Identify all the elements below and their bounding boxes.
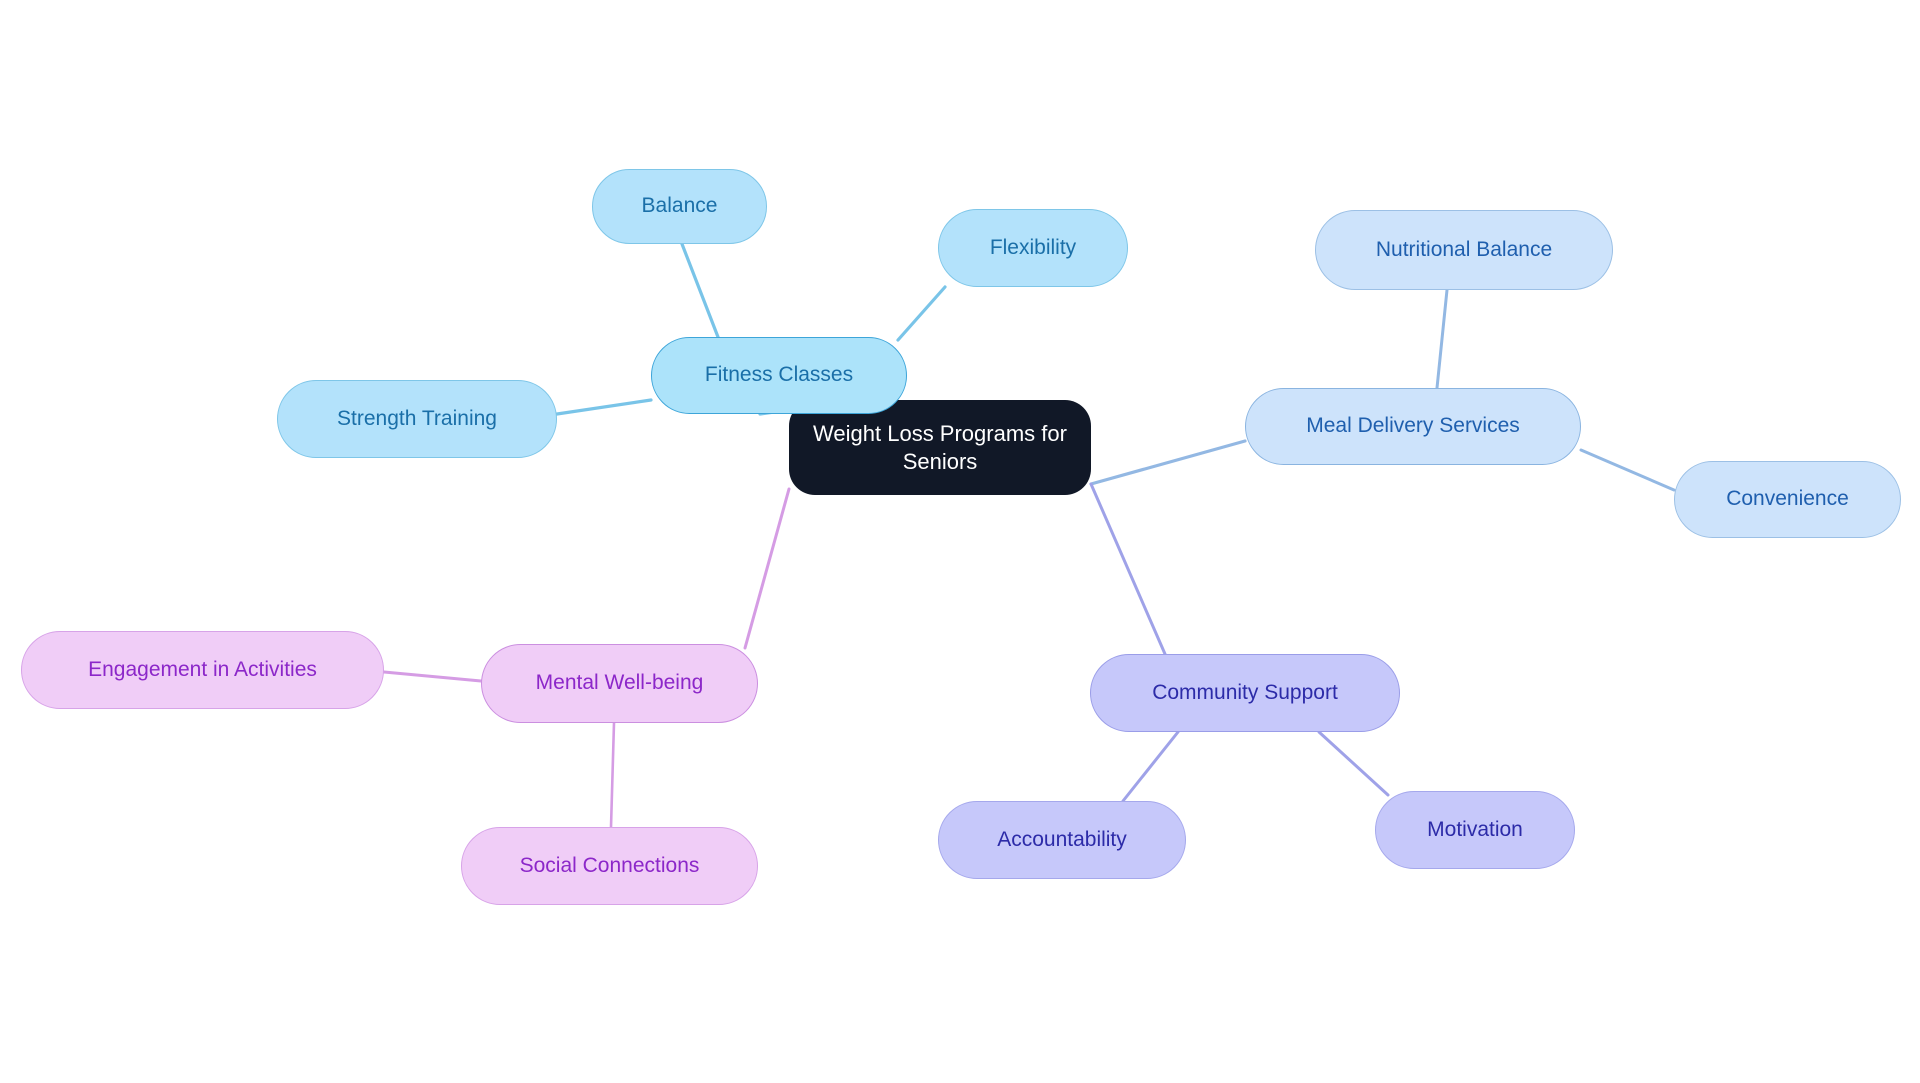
node-label: Fitness Classes	[704, 363, 854, 387]
mindmap-node-flexibility[interactable]: Flexibility	[938, 209, 1128, 287]
node-label: Strength Training	[337, 406, 497, 430]
node-label: Balance	[641, 194, 718, 218]
edge-meal-nutritional-balance	[1435, 288, 1449, 390]
edge-meal-convenience	[1579, 448, 1676, 492]
node-label: Social Connections	[519, 853, 700, 877]
node-label: Flexibility	[989, 235, 1077, 259]
node-label: Engagement in Activities	[88, 657, 317, 681]
edge-fitness-classes-flexibility	[896, 285, 947, 342]
edge-fitness-classes-balance	[680, 242, 720, 339]
edge-root-community-support	[1089, 482, 1167, 656]
mindmap-node-fitness-classes[interactable]: Fitness Classes	[651, 337, 907, 414]
edge-mental-social-connections	[609, 721, 616, 829]
node-label: Accountability	[997, 827, 1127, 851]
node-label: Motivation	[1427, 817, 1523, 841]
edge-root-meal-delivery-services	[1089, 439, 1247, 486]
mindmap-node-meal-delivery-services[interactable]: Meal Delivery Services	[1245, 388, 1581, 465]
mindmap-node-engagement-in-activities[interactable]: Engagement in Activities	[21, 631, 384, 709]
edge-community-motivation	[1317, 730, 1390, 797]
mindmap-node-balance[interactable]: Balance	[592, 169, 767, 244]
node-label: Mental Well-being	[535, 671, 704, 695]
node-label: Weight Loss Programs for Seniors	[813, 421, 1067, 474]
edge-community-accountability	[1121, 730, 1180, 803]
mindmap-node-convenience[interactable]: Convenience	[1674, 461, 1901, 538]
mindmap-node-social-connections[interactable]: Social Connections	[461, 827, 758, 905]
edge-fitness-classes-strength-training	[555, 398, 653, 416]
mindmap-node-strength-training[interactable]: Strength Training	[277, 380, 557, 458]
mindmap-canvas: Weight Loss Programs for Seniors Fitness …	[0, 0, 1920, 1083]
edge-root-mental-well-being	[743, 487, 791, 650]
mindmap-node-accountability[interactable]: Accountability	[938, 801, 1186, 879]
node-label: Meal Delivery Services	[1306, 414, 1520, 438]
mindmap-node-mental-well-being[interactable]: Mental Well-being	[481, 644, 758, 723]
mindmap-node-nutritional-balance[interactable]: Nutritional Balance	[1315, 210, 1613, 290]
node-label: Convenience	[1726, 487, 1849, 511]
node-label: Nutritional Balance	[1375, 237, 1553, 261]
mindmap-node-root[interactable]: Weight Loss Programs for Seniors	[789, 400, 1091, 495]
edge-layer	[382, 242, 1676, 829]
node-label: Community Support	[1152, 680, 1338, 704]
mindmap-node-motivation[interactable]: Motivation	[1375, 791, 1575, 869]
edge-mental-engagement	[382, 670, 483, 683]
mindmap-node-community-support[interactable]: Community Support	[1090, 654, 1400, 732]
